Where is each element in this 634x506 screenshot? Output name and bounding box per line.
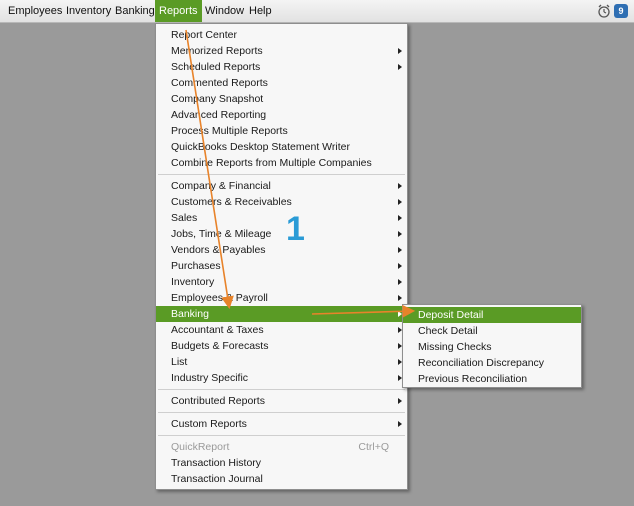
- submenu-arrow-icon: [398, 183, 402, 189]
- submenu-arrow-icon: [398, 199, 402, 205]
- submenu-arrow-icon: [398, 48, 402, 54]
- menu-item-contributed-reports[interactable]: Contributed Reports: [156, 393, 407, 409]
- menu-item-customers-and-receivables[interactable]: Customers & Receivables: [156, 194, 407, 210]
- menu-item-process-multiple-reports[interactable]: Process Multiple Reports: [156, 123, 407, 139]
- submenu-item-reconciliation-discrepancy[interactable]: Reconciliation Discrepancy: [403, 355, 581, 371]
- menu-item-memorized-reports[interactable]: Memorized Reports: [156, 43, 407, 59]
- menu-item-label: Industry Specific: [171, 372, 249, 384]
- menu-item-budgets-and-forecasts[interactable]: Budgets & Forecasts: [156, 338, 407, 354]
- menu-inventory[interactable]: Inventory: [62, 0, 115, 22]
- menu-item-label: QuickBooks Desktop Statement Writer: [171, 141, 350, 153]
- menu-item-industry-specific[interactable]: Industry Specific: [156, 370, 407, 386]
- submenu-arrow-icon: [398, 398, 402, 404]
- submenu-arrow-icon: [398, 421, 402, 427]
- menu-item-label: Company Snapshot: [171, 93, 264, 105]
- menu-item-label: Inventory: [171, 276, 215, 288]
- menu-item-label: Commented Reports: [171, 77, 268, 89]
- menu-item-custom-reports[interactable]: Custom Reports: [156, 416, 407, 432]
- menu-item-label: Memorized Reports: [171, 45, 263, 57]
- menu-item-scheduled-reports[interactable]: Scheduled Reports: [156, 59, 407, 75]
- menu-item-label: Report Center: [171, 29, 237, 41]
- menu-item-label: Purchases: [171, 260, 221, 272]
- menu-reports[interactable]: Reports: [155, 0, 202, 22]
- submenu-arrow-icon: [398, 64, 402, 70]
- menu-item-combine-reports-from-multiple-companies[interactable]: Combine Reports from Multiple Companies: [156, 155, 407, 171]
- menu-item-label: Contributed Reports: [171, 395, 265, 407]
- menu-item-label: Accountant & Taxes: [171, 324, 264, 336]
- menu-item-label: Company & Financial: [171, 180, 271, 192]
- menu-item-label: Customers & Receivables: [171, 196, 292, 208]
- submenu-item-deposit-detail[interactable]: Deposit Detail: [403, 307, 581, 323]
- menu-item-inventory[interactable]: Inventory: [156, 274, 407, 290]
- menu-separator: [158, 174, 405, 175]
- menu-item-label: Sales: [171, 212, 198, 224]
- banking-submenu: Deposit Detail Check Detail Missing Checks…: [402, 304, 582, 388]
- reports-menu: Report Center Memorized Reports Scheduled …: [155, 23, 408, 490]
- menu-item-transaction-history[interactable]: Transaction History: [156, 455, 407, 471]
- submenu-arrow-icon: [398, 279, 402, 285]
- menu-item-banking[interactable]: Banking: [156, 306, 407, 322]
- notification-badge[interactable]: 9: [614, 4, 628, 18]
- submenu-item-previous-reconciliation[interactable]: Previous Reconciliation: [403, 371, 581, 387]
- submenu-arrow-icon: [398, 215, 402, 221]
- menu-item-sales[interactable]: Sales: [156, 210, 407, 226]
- menu-bar: Employees Inventory Banking Reports Wind…: [0, 0, 634, 23]
- alarm-clock-icon[interactable]: [597, 4, 611, 18]
- menu-item-transaction-journal[interactable]: Transaction Journal: [156, 471, 407, 487]
- menu-item-label: Budgets & Forecasts: [171, 340, 269, 352]
- menu-item-label: Banking: [171, 308, 209, 320]
- menu-item-commented-reports[interactable]: Commented Reports: [156, 75, 407, 91]
- menu-item-quickreport: QuickReport Ctrl+Q: [156, 439, 407, 455]
- menu-separator: [158, 389, 405, 390]
- menu-employees[interactable]: Employees: [4, 0, 66, 22]
- submenu-arrow-icon: [398, 263, 402, 269]
- menu-item-label: QuickReport: [171, 441, 230, 453]
- menu-item-employees-and-payroll[interactable]: Employees & Payroll: [156, 290, 407, 306]
- menu-item-label: Combine Reports from Multiple Companies: [171, 157, 372, 169]
- menu-item-label: Process Multiple Reports: [171, 125, 288, 137]
- menu-separator: [158, 412, 405, 413]
- menu-item-label: List: [171, 356, 188, 368]
- submenu-arrow-icon: [398, 231, 402, 237]
- menu-separator: [158, 435, 405, 436]
- menu-item-report-center[interactable]: Report Center: [156, 27, 407, 43]
- menu-item-label: Advanced Reporting: [171, 109, 267, 121]
- menu-item-label: Custom Reports: [171, 418, 247, 430]
- menu-item-label: Transaction Journal: [171, 473, 263, 485]
- menu-help[interactable]: Help: [245, 0, 276, 22]
- menu-item-advanced-reporting[interactable]: Advanced Reporting: [156, 107, 407, 123]
- menu-item-label: Employees & Payroll: [171, 292, 268, 304]
- menu-item-company-snapshot[interactable]: Company Snapshot: [156, 91, 407, 107]
- menu-item-label: Jobs, Time & Mileage: [171, 228, 272, 240]
- menu-item-vendors-and-payables[interactable]: Vendors & Payables: [156, 242, 407, 258]
- menu-item-list[interactable]: List: [156, 354, 407, 370]
- menu-item-label: Vendors & Payables: [171, 244, 266, 256]
- menu-item-purchases[interactable]: Purchases: [156, 258, 407, 274]
- step-number-annotation: 1: [286, 210, 305, 248]
- menu-item-company-and-financial[interactable]: Company & Financial: [156, 178, 407, 194]
- menu-item-quickbooks-desktop-statement-writer[interactable]: QuickBooks Desktop Statement Writer: [156, 139, 407, 155]
- submenu-item-missing-checks[interactable]: Missing Checks: [403, 339, 581, 355]
- submenu-arrow-icon: [398, 295, 402, 301]
- menu-item-accountant-and-taxes[interactable]: Accountant & Taxes: [156, 322, 407, 338]
- menu-item-label: Scheduled Reports: [171, 61, 261, 73]
- submenu-arrow-icon: [398, 247, 402, 253]
- menu-item-jobs-time-and-mileage[interactable]: Jobs, Time & Mileage: [156, 226, 407, 242]
- shortcut-label: Ctrl+Q: [358, 441, 389, 453]
- menu-item-label: Transaction History: [171, 457, 262, 469]
- menu-banking[interactable]: Banking: [111, 0, 159, 22]
- submenu-item-check-detail[interactable]: Check Detail: [403, 323, 581, 339]
- menu-window[interactable]: Window: [201, 0, 248, 22]
